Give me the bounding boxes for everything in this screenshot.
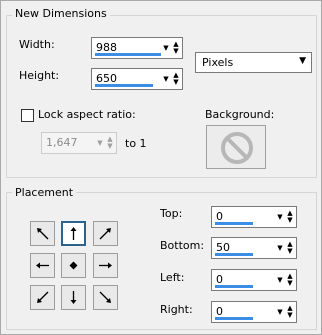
bottom-spinbox[interactable]: 50 ▼ ▲ ▼	[211, 237, 297, 259]
height-spin-icon[interactable]: ▲ ▼	[171, 70, 181, 88]
left-spinbox[interactable]: 0 ▼ ▲ ▼	[211, 269, 297, 291]
anchor-top-right[interactable]	[93, 221, 118, 246]
left-dropdown-icon[interactable]: ▼	[275, 271, 285, 289]
lock-aspect-checkbox[interactable]	[21, 109, 34, 122]
chevron-down-icon: ▼	[299, 56, 306, 66]
arrow-down-left-icon	[37, 291, 49, 303]
right-spinbox[interactable]: 0 ▼ ▲ ▼	[211, 301, 297, 323]
anchor-bottom-left[interactable]	[30, 285, 55, 310]
lock-aspect-label[interactable]: Lock aspect ratio:	[38, 108, 136, 121]
aspect-ratio-value: 1,647	[46, 136, 78, 149]
width-spinbox[interactable]: 988 ▼ ▲ ▼	[91, 37, 183, 59]
units-value: Pixels	[202, 56, 234, 69]
arrow-down-right-icon	[99, 291, 111, 303]
height-spinbox[interactable]: 650 ▼ ▲ ▼	[91, 68, 183, 90]
left-spin-icon[interactable]: ▲ ▼	[285, 271, 295, 289]
right-dropdown-icon[interactable]: ▼	[275, 303, 285, 321]
top-label: Top:	[160, 207, 183, 220]
bottom-dropdown-icon[interactable]: ▼	[275, 239, 285, 257]
arrow-left-icon	[36, 262, 49, 269]
units-select[interactable]: Pixels ▼	[195, 52, 312, 73]
left-label: Left:	[160, 271, 185, 284]
width-slider-bar[interactable]	[95, 53, 161, 56]
bottom-spin-icon[interactable]: ▲ ▼	[285, 239, 295, 257]
top-slider-bar[interactable]	[215, 222, 253, 225]
width-spin-icon[interactable]: ▲ ▼	[171, 39, 181, 57]
anchor-center[interactable]	[61, 253, 86, 278]
top-spinbox[interactable]: 0 ▼ ▲ ▼	[211, 206, 297, 228]
anchor-bottom-right[interactable]	[93, 285, 118, 310]
height-dropdown-icon[interactable]: ▼	[161, 70, 171, 88]
arrow-down-icon	[70, 291, 77, 304]
diamond-icon	[69, 261, 78, 270]
ratio-dropdown-icon: ▼	[97, 138, 103, 147]
height-label: Height:	[19, 69, 60, 82]
height-slider-bar[interactable]	[95, 84, 153, 87]
anchor-top-center[interactable]	[61, 221, 86, 246]
placement-title: Placement	[12, 186, 77, 199]
left-slider-bar[interactable]	[215, 285, 253, 288]
ratio-suffix: to 1	[125, 137, 147, 150]
width-label: Width:	[19, 38, 55, 51]
arrow-up-icon	[70, 227, 77, 240]
bottom-label: Bottom:	[160, 239, 205, 252]
arrow-up-right-icon	[99, 228, 111, 240]
bottom-slider-bar[interactable]	[215, 253, 253, 256]
anchor-bottom-center[interactable]	[61, 285, 86, 310]
anchor-middle-left[interactable]	[30, 253, 55, 278]
background-label: Background:	[205, 108, 275, 121]
no-entry-icon	[221, 132, 253, 164]
ratio-spin-icon: ▲ ▼	[107, 135, 113, 150]
right-slider-bar[interactable]	[215, 317, 253, 320]
width-dropdown-icon[interactable]: ▼	[161, 39, 171, 57]
anchor-middle-right[interactable]	[93, 253, 118, 278]
background-color-swatch[interactable]	[206, 125, 266, 169]
anchor-top-left[interactable]	[30, 221, 55, 246]
arrow-up-left-icon	[37, 228, 49, 240]
top-dropdown-icon[interactable]: ▼	[275, 208, 285, 226]
right-spin-icon[interactable]: ▲ ▼	[285, 303, 295, 321]
canvas-size-dialog: New Dimensions Width: 988 ▼ ▲ ▼ Height: 6…	[0, 0, 322, 335]
top-spin-icon[interactable]: ▲ ▼	[285, 208, 295, 226]
aspect-ratio-spinbox: 1,647 ▼ ▲ ▼	[41, 132, 117, 154]
new-dimensions-title: New Dimensions	[12, 7, 110, 20]
right-label: Right:	[160, 303, 193, 316]
arrow-right-icon	[99, 262, 112, 269]
